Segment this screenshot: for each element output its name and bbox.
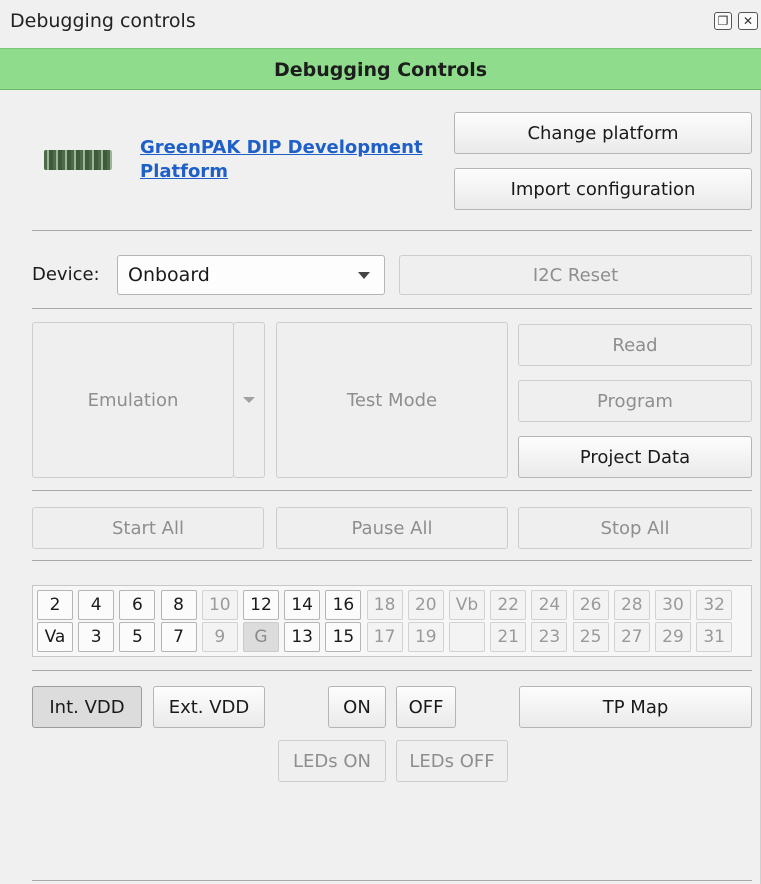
pin-button[interactable]: 21 <box>490 622 527 652</box>
chevron-down-icon <box>358 272 370 279</box>
chevron-down-icon <box>243 397 255 403</box>
stop-all-button[interactable]: Stop All <box>518 507 752 549</box>
pin-button[interactable]: 22 <box>490 590 527 620</box>
divider <box>32 230 752 231</box>
pin-button[interactable]: 19 <box>407 622 444 652</box>
leds-off-button[interactable]: LEDs OFF <box>396 740 508 782</box>
pin-button[interactable]: Vb <box>449 590 485 620</box>
pin-button[interactable]: 6 <box>119 590 156 620</box>
pin-button[interactable]: 23 <box>531 622 568 652</box>
off-button[interactable]: OFF <box>396 686 456 728</box>
board-icon <box>44 150 112 170</box>
pin-button[interactable]: 7 <box>160 622 197 652</box>
restore-icon[interactable]: ❐ <box>714 12 732 30</box>
pin-button[interactable]: 30 <box>655 590 691 620</box>
pin-button[interactable]: 18 <box>366 590 403 620</box>
close-icon[interactable]: ✕ <box>738 12 758 30</box>
emulation-button[interactable]: Emulation <box>32 322 234 478</box>
pin-button[interactable]: 12 <box>243 590 279 620</box>
pin-button[interactable]: 24 <box>531 590 568 620</box>
platform-link[interactable]: GreenPAK DIP Development Platform <box>140 136 440 184</box>
pin-button[interactable]: 28 <box>613 590 650 620</box>
pin-button[interactable]: G <box>243 622 279 652</box>
pin-button[interactable]: 20 <box>407 590 444 620</box>
pin-button[interactable]: 4 <box>78 590 115 620</box>
i2c-reset-button[interactable]: I2C Reset <box>399 255 752 295</box>
ext-vdd-button[interactable]: Ext. VDD <box>153 686 265 728</box>
pin-button[interactable]: 14 <box>284 590 321 620</box>
panel-header: Debugging Controls <box>0 48 761 90</box>
start-all-button[interactable]: Start All <box>32 507 264 549</box>
pin-button[interactable]: 29 <box>655 622 691 652</box>
pin-button[interactable]: 32 <box>696 590 733 620</box>
int-vdd-button[interactable]: Int. VDD <box>32 686 142 728</box>
tp-map-button[interactable]: TP Map <box>519 686 752 728</box>
program-button[interactable]: Program <box>518 380 752 422</box>
read-button[interactable]: Read <box>518 324 752 366</box>
pin-button[interactable]: 17 <box>366 622 403 652</box>
change-platform-button[interactable]: Change platform <box>454 112 752 154</box>
divider <box>32 308 752 309</box>
pin-button[interactable]: 13 <box>284 622 321 652</box>
pin-button[interactable]: 5 <box>119 622 156 652</box>
leds-on-button[interactable]: LEDs ON <box>278 740 386 782</box>
pin-button[interactable]: 8 <box>160 590 197 620</box>
window-title: Debugging controls <box>10 10 196 32</box>
pin-button[interactable]: 3 <box>78 622 115 652</box>
device-select-value: Onboard <box>128 264 210 286</box>
divider <box>32 490 752 491</box>
pin-button[interactable]: 15 <box>325 622 362 652</box>
pin-button[interactable]: 10 <box>201 590 238 620</box>
emulation-dropdown-button[interactable] <box>233 322 265 478</box>
pin-button[interactable]: 31 <box>696 622 733 652</box>
pin-button[interactable]: Va <box>37 622 73 652</box>
pin-button[interactable]: 2 <box>37 590 73 620</box>
test-mode-button[interactable]: Test Mode <box>276 322 508 478</box>
on-button[interactable]: ON <box>328 686 386 728</box>
device-label: Device: <box>32 264 100 285</box>
pin-button[interactable]: 25 <box>572 622 609 652</box>
device-select[interactable]: Onboard <box>117 255 385 295</box>
project-data-button[interactable]: Project Data <box>518 436 752 478</box>
import-configuration-button[interactable]: Import configuration <box>454 168 752 210</box>
pin-button[interactable]: 26 <box>572 590 609 620</box>
pause-all-button[interactable]: Pause All <box>276 507 508 549</box>
divider <box>32 560 752 561</box>
divider <box>32 670 752 671</box>
pin-button[interactable]: 27 <box>613 622 650 652</box>
pin-button[interactable] <box>449 622 485 652</box>
pin-button[interactable]: 16 <box>325 590 362 620</box>
divider <box>32 880 752 881</box>
pin-button[interactable]: 9 <box>201 622 238 652</box>
